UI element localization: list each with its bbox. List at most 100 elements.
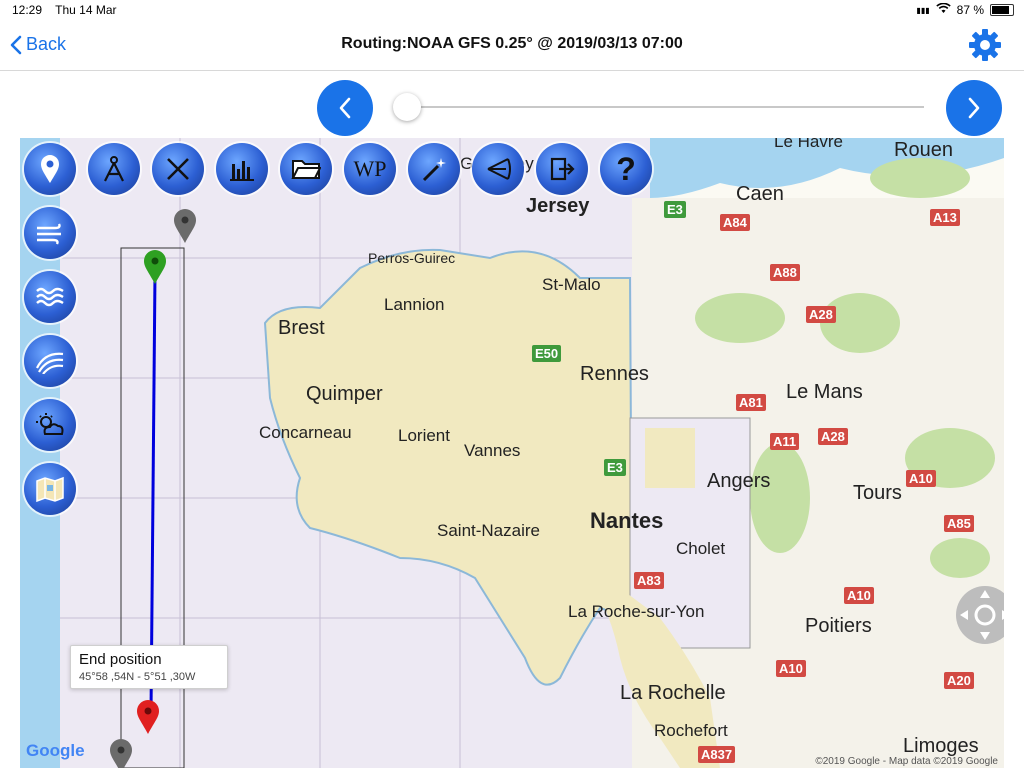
map-label: Perros-Guirec	[368, 250, 456, 266]
currents-layer-tool[interactable]	[24, 335, 76, 387]
road-badge: A837	[698, 746, 736, 763]
road-badge: A10	[906, 470, 936, 487]
road-badge: A83	[634, 572, 664, 589]
gray-pin-icon[interactable]	[172, 208, 198, 244]
battery-icon	[990, 4, 1014, 16]
map-label: Brest	[278, 317, 325, 339]
magic-wand-tool[interactable]	[408, 143, 460, 195]
waypoints-tool[interactable]: WP	[344, 143, 396, 195]
road-badge: A28	[818, 428, 848, 445]
exit-icon	[550, 157, 575, 181]
exit-tool[interactable]	[536, 143, 588, 195]
road-badge: A88	[770, 264, 800, 281]
compass-divider-tool[interactable]	[88, 143, 140, 195]
map-label: Angers	[707, 470, 771, 492]
road-badge: A20	[944, 672, 974, 689]
settings-gear-button[interactable]	[968, 28, 1002, 67]
share-cone-icon	[487, 158, 511, 180]
divider-compass-icon	[104, 156, 124, 182]
close-icon	[167, 158, 189, 180]
road-badge: A10	[776, 660, 806, 677]
map-label: Tours	[853, 482, 902, 504]
road-badge: E50	[532, 345, 562, 362]
timeline-control	[0, 72, 1024, 136]
road-badge: A85	[944, 515, 974, 532]
map-label: La Roche-sur-Yon	[568, 602, 705, 621]
map-label: St-Malo	[542, 275, 601, 294]
google-logo: Google	[26, 741, 85, 760]
callout-title: End position	[79, 651, 162, 668]
road-badge: E3	[604, 459, 626, 476]
road-badge: A13	[930, 209, 960, 226]
gray-pin-icon[interactable]	[108, 738, 134, 768]
map-label: Rennes	[580, 363, 649, 385]
time-slider-thumb[interactable]	[393, 93, 421, 121]
map-label: Rochefort	[654, 721, 728, 740]
charts-layer-tool[interactable]	[24, 463, 76, 515]
map-icon	[36, 476, 64, 502]
end-red-pin-icon[interactable]	[135, 699, 161, 735]
previous-time-button[interactable]	[317, 80, 373, 136]
map-label: Nantes	[590, 508, 664, 533]
open-file-tool[interactable]	[280, 143, 332, 195]
help-tool[interactable]: ?	[600, 143, 652, 195]
road-badge: A28	[806, 306, 836, 323]
status-date: Thu 14 Mar	[55, 3, 117, 17]
battery-percent: 87 %	[956, 3, 984, 17]
magic-wand-icon	[422, 158, 446, 182]
map-label: La Rochelle	[620, 682, 726, 704]
weather-layer-tool[interactable]	[24, 399, 76, 451]
currents-icon	[36, 352, 64, 374]
waves-layer-tool[interactable]	[24, 271, 76, 323]
directional-pad-icon	[960, 590, 1004, 640]
location-pin-icon	[41, 155, 59, 183]
map-copyright: ©2019 Google - Map data ©2019 Google	[815, 756, 998, 767]
clear-route-tool[interactable]	[152, 143, 204, 195]
callout-coordinates: 45°58 ,54N - 5°51 ,30W	[79, 671, 196, 683]
road-badge: A84	[720, 214, 750, 231]
chevron-left-icon	[339, 97, 351, 119]
navigation-bar: Back Routing:NOAA GFS 0.25° @ 2019/03/13…	[0, 20, 1024, 71]
map-label: Lorient	[398, 426, 450, 445]
road-badge: E3	[664, 201, 686, 218]
map-label: Quimper	[306, 383, 383, 405]
map-label: Rouen	[894, 139, 953, 161]
map-label: Le Havre	[774, 138, 843, 151]
gear-icon	[969, 29, 1001, 61]
folder-icon	[291, 160, 321, 179]
map-label: Jersey	[526, 195, 590, 217]
wind-icon	[37, 223, 61, 245]
statistics-tool[interactable]	[216, 143, 268, 195]
map-label: Saint-Nazaire	[437, 521, 540, 540]
chevron-right-icon	[968, 97, 980, 119]
waypoint-marker-tool[interactable]	[24, 143, 76, 195]
status-bar: 12:29 Thu 14 Mar ▮▮▮ 87 %	[0, 0, 1024, 20]
wp-icon: WP	[353, 156, 387, 181]
map-label: Cholet	[676, 539, 726, 558]
wind-layer-tool[interactable]	[24, 207, 76, 259]
map-label: Poitiers	[805, 615, 872, 637]
page-title: Routing:NOAA GFS 0.25° @ 2019/03/13 07:0…	[341, 35, 683, 52]
isochrones-tool[interactable]	[472, 143, 524, 195]
sun-cloud-icon	[36, 413, 64, 435]
map-label: Le Mans	[786, 381, 863, 403]
road-badge: A10	[844, 587, 874, 604]
wifi-icon	[935, 2, 951, 17]
ipad-icon: ▮▮▮	[916, 5, 930, 15]
start-green-pin-icon[interactable]	[142, 249, 168, 285]
map-label: Concarneau	[259, 423, 352, 442]
pan-control[interactable]	[956, 586, 1004, 644]
map-label: Caen	[736, 183, 784, 205]
end-position-callout: End position 45°58 ,54N - 5°51 ,30W	[70, 645, 228, 689]
time-slider-track[interactable]	[400, 106, 924, 108]
bar-chart-icon	[230, 161, 254, 181]
waves-icon	[36, 287, 64, 307]
map-label: Lannion	[384, 295, 445, 314]
road-badge: A81	[736, 394, 766, 411]
question-mark-icon: ?	[616, 150, 636, 187]
status-time: 12:29	[12, 3, 43, 17]
map-label: Limoges	[903, 735, 979, 757]
next-time-button[interactable]	[946, 80, 1002, 136]
map-label: Vannes	[464, 441, 521, 460]
road-badge: A11	[770, 433, 800, 450]
